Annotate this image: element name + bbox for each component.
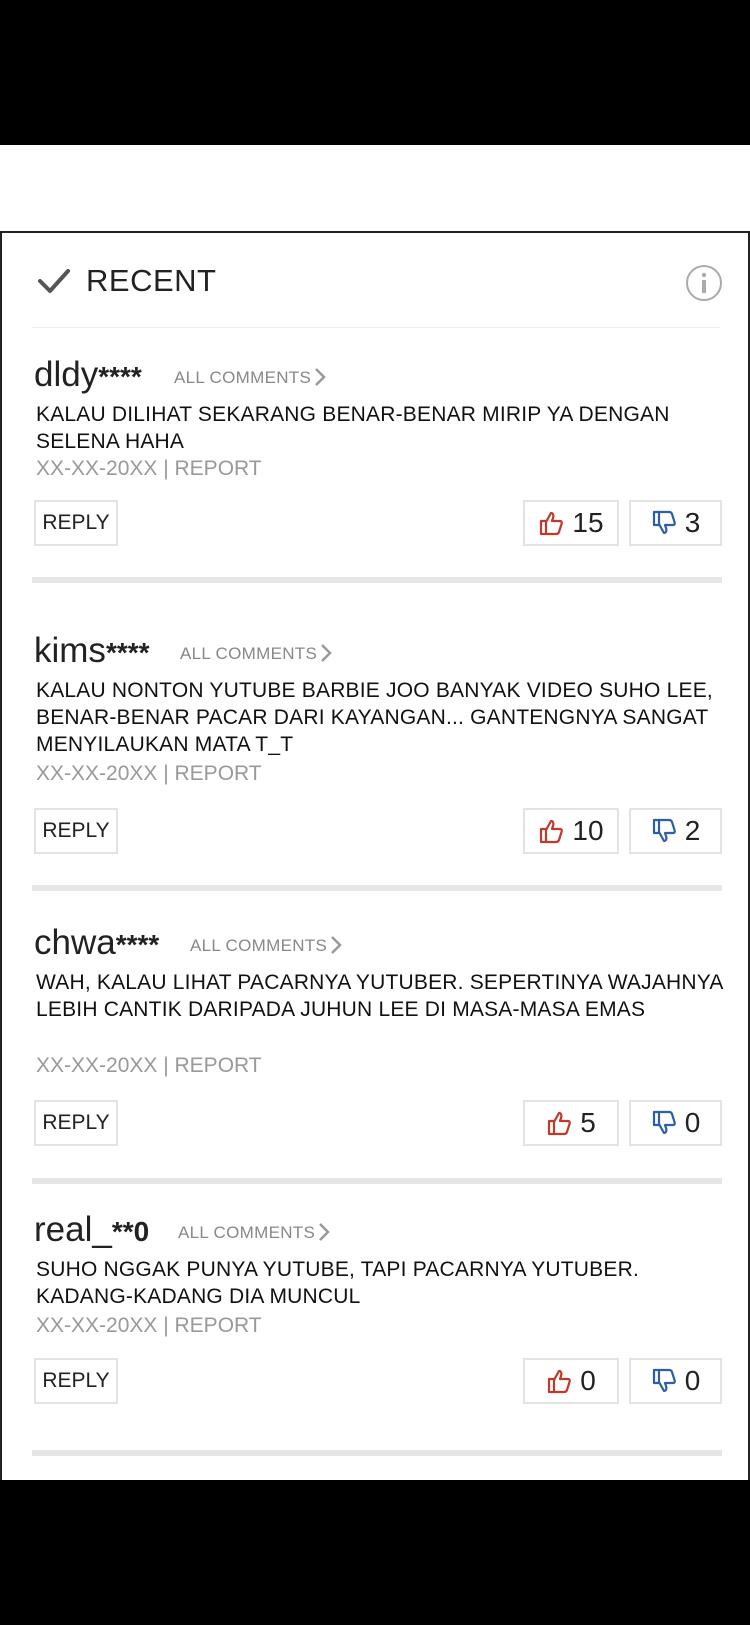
comment-divider — [32, 1178, 722, 1184]
comments-panel: RECENT dldy**** ALL COMMENTS KALAU DILIH… — [0, 231, 750, 1480]
thumbs-up-icon — [540, 819, 564, 844]
thumbs-down-icon — [652, 510, 676, 535]
comment-text: KALAU DILIHAT SEKARANG BENAR-BENAR MIRIP… — [36, 403, 670, 453]
comment-meta[interactable]: XX-XX-20XX | REPORT — [36, 1054, 262, 1078]
all-comments-link[interactable]: ALL COMMENTS — [178, 1222, 331, 1243]
reply-label: REPLY — [42, 1111, 110, 1134]
thumbs-down-icon — [652, 818, 676, 843]
username-mask: **** — [98, 361, 142, 392]
comment-text: KALAU NONTON YUTUBE BARBIE JOO BANYAK VI… — [36, 679, 713, 756]
comment-meta[interactable]: XX-XX-20XX | REPORT — [36, 762, 262, 786]
like-button[interactable]: 0 — [523, 1358, 619, 1404]
reply-label: REPLY — [42, 819, 110, 842]
dislike-count: 2 — [684, 815, 701, 846]
reply-button[interactable]: REPLY — [34, 500, 118, 546]
like-button[interactable]: 10 — [523, 808, 619, 854]
reply-label: REPLY — [42, 511, 110, 534]
comment-text: WAH, KALAU LIHAT PACARNYA YUTUBER. SEPER… — [36, 971, 723, 1021]
dislike-count: 0 — [684, 1365, 701, 1396]
info-icon[interactable] — [685, 264, 723, 302]
thumbs-down-icon — [652, 1368, 676, 1393]
reply-label: REPLY — [42, 1369, 110, 1392]
comments-header: RECENT — [2, 233, 748, 328]
reply-button[interactable]: REPLY — [34, 1358, 118, 1404]
comment-item: chwa**** ALL COMMENTS WAH, KALAU LIHAT P… — [2, 923, 748, 1213]
top-black-bar — [0, 0, 750, 145]
chevron-right-icon — [331, 936, 342, 954]
reply-button[interactable]: REPLY — [34, 1100, 118, 1146]
comment-meta[interactable]: XX-XX-20XX | REPORT — [36, 457, 262, 481]
all-comments-label: ALL COMMENTS — [180, 644, 318, 663]
dislike-button[interactable]: 3 — [629, 500, 722, 546]
thumbs-up-icon — [548, 1111, 572, 1136]
comment-divider — [32, 885, 722, 891]
like-count: 10 — [572, 815, 604, 846]
comment-item: dldy**** ALL COMMENTS KALAU DILIHAT SEKA… — [2, 355, 748, 625]
comment-divider — [32, 1450, 722, 1456]
check-icon — [38, 269, 70, 293]
chevron-right-icon — [319, 1223, 330, 1241]
all-comments-label: ALL COMMENTS — [178, 1223, 316, 1242]
dislike-button[interactable]: 0 — [629, 1100, 722, 1146]
username-text: chwa — [34, 923, 116, 962]
username-mask: **0 — [111, 1216, 150, 1247]
like-button[interactable]: 5 — [523, 1100, 619, 1146]
dislike-button[interactable]: 0 — [629, 1358, 722, 1404]
username-mask: **** — [115, 929, 160, 960]
all-comments-link[interactable]: ALL COMMENTS — [180, 643, 333, 664]
header-divider — [32, 327, 720, 328]
top-spacer — [0, 145, 750, 231]
comment-item: real_**0 ALL COMMENTS SUHO NGGAK PUNYA Y… — [2, 1210, 748, 1480]
comment-meta[interactable]: XX-XX-20XX | REPORT — [36, 1314, 262, 1338]
comment-username[interactable]: dldy**** — [34, 355, 142, 395]
like-count: 5 — [580, 1107, 596, 1138]
like-button[interactable]: 15 — [523, 500, 619, 546]
reply-button[interactable]: REPLY — [34, 808, 118, 854]
bottom-black-bar — [0, 1480, 750, 1625]
comment-item: kims**** ALL COMMENTS KALAU NONTON YUTUB… — [2, 631, 748, 921]
dislike-count: 0 — [684, 1107, 701, 1138]
thumbs-down-icon — [652, 1110, 676, 1135]
username-text: kims — [34, 631, 106, 670]
all-comments-label: ALL COMMENTS — [190, 936, 328, 955]
username-mask: **** — [105, 637, 150, 668]
thumbs-up-icon — [548, 1369, 572, 1394]
username-text: real_ — [34, 1210, 112, 1249]
thumbs-up-icon — [540, 511, 564, 536]
comment-username[interactable]: kims**** — [34, 631, 150, 671]
all-comments-link[interactable]: ALL COMMENTS — [190, 935, 343, 956]
comment-divider — [32, 577, 722, 583]
comment-username[interactable]: chwa**** — [34, 923, 159, 963]
section-title: RECENT — [86, 263, 217, 298]
all-comments-label: ALL COMMENTS — [174, 368, 312, 387]
like-count: 0 — [580, 1365, 596, 1396]
all-comments-link[interactable]: ALL COMMENTS — [174, 367, 327, 388]
dislike-button[interactable]: 2 — [629, 808, 722, 854]
dislike-count: 3 — [684, 507, 701, 538]
username-text: dldy — [34, 355, 99, 394]
like-count: 15 — [572, 507, 604, 538]
chevron-right-icon — [321, 644, 332, 662]
chevron-right-icon — [315, 368, 326, 386]
comment-text: SUHO NGGAK PUNYA YUTUBE, TAPI PACARNYA Y… — [36, 1258, 639, 1308]
comment-username[interactable]: real_**0 — [34, 1210, 149, 1250]
